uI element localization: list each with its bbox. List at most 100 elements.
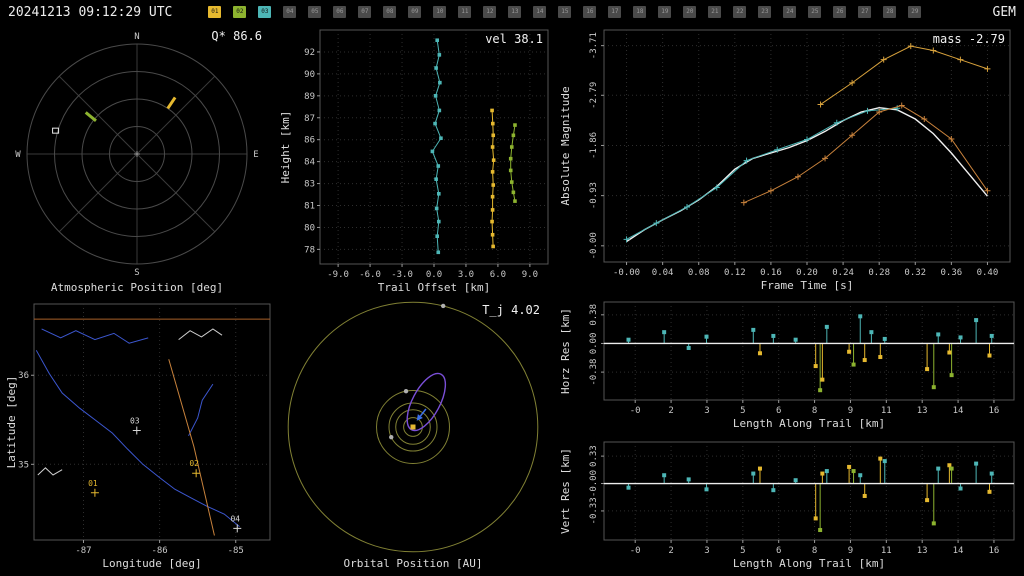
svg-text:2: 2 xyxy=(668,406,673,416)
svg-text:S: S xyxy=(134,268,139,278)
panel-magnitude: -0.00 0.04 0.08 0.12 0.16 0.20 0.24 0.28 0.32 0.3… xyxy=(558,24,1020,296)
ground-map-plot: -87 -86 -85 35 36 Longitude [deg] Latitude [de… xyxy=(5,303,271,570)
svg-text:0.12: 0.12 xyxy=(724,268,746,278)
frame-chip-20[interactable]: 20 xyxy=(683,6,697,18)
svg-text:13: 13 xyxy=(917,406,928,416)
frame-chip-06[interactable]: 06 xyxy=(333,6,347,18)
frame-chip-01[interactable]: 01 xyxy=(208,6,222,18)
svg-text:0.16: 0.16 xyxy=(760,268,782,278)
svg-text:-6.0: -6.0 xyxy=(359,270,381,280)
svg-text:-9.0: -9.0 xyxy=(327,270,349,280)
frame-chip-07[interactable]: 07 xyxy=(358,6,372,18)
frame-chip-03[interactable]: 03 xyxy=(258,6,272,18)
frame-strip: 01 02 03 04 05 06 07 08 09 10 11 12 13 14 15 16 17 18 19 20… xyxy=(208,6,992,18)
frame-chip-28[interactable]: 28 xyxy=(883,6,897,18)
meteor-analysis-window: 20241213 09:12:29 UTC 01 02 03 04 05 06 07 08 09… xyxy=(0,0,1024,576)
svg-text:-3.71: -3.71 xyxy=(589,32,599,59)
svg-text:-0: -0 xyxy=(630,546,641,556)
frame-chip-23[interactable]: 23 xyxy=(758,6,772,18)
svg-text:04: 04 xyxy=(230,514,240,523)
svg-text:0.08: 0.08 xyxy=(688,268,710,278)
panel-horizontal-residuals: -0 2 3 5 6 8 9 11 13 14 16 0.38 0.00 -0.38 Length Alon… xyxy=(558,296,1022,436)
trail-offset-plot: -9.0 -6.0 -3.0 0.0 3.0 6.0 9.0 78 80 81 83 84 86 87 89… xyxy=(279,29,549,294)
svg-text:T_j 4.02: T_j 4.02 xyxy=(482,303,540,317)
svg-text:-87: -87 xyxy=(75,546,91,556)
frame-chip-09[interactable]: 09 xyxy=(408,6,422,18)
svg-text:-0.38: -0.38 xyxy=(589,359,599,386)
svg-text:6: 6 xyxy=(776,406,781,416)
svg-text:80: 80 xyxy=(304,223,315,233)
frame-chip-26[interactable]: 26 xyxy=(833,6,847,18)
horizontal-residuals-plot: -0 2 3 5 6 8 9 11 13 14 16 0.38 0.00 -0.38 Length Alon… xyxy=(559,301,1015,430)
svg-text:0.00: 0.00 xyxy=(589,333,599,355)
svg-text:02: 02 xyxy=(189,459,199,468)
frame-chip-29[interactable]: 29 xyxy=(908,6,922,18)
svg-text:Latitude [deg]: Latitude [deg] xyxy=(5,376,18,469)
svg-text:84: 84 xyxy=(304,158,315,168)
panel-map: -87 -86 -85 35 36 Longitude [deg] Latitude [de… xyxy=(4,300,276,572)
svg-text:83: 83 xyxy=(304,180,315,190)
atmospheric-position-plot: N E S W Q* 86.6 xyxy=(15,29,262,278)
atmospheric-position-caption: Atmospheric Position [deg] xyxy=(50,281,224,294)
svg-text:-0.00: -0.00 xyxy=(613,268,640,278)
svg-text:81: 81 xyxy=(304,202,315,212)
svg-text:-0.33: -0.33 xyxy=(589,497,599,524)
frame-chip-25[interactable]: 25 xyxy=(808,6,822,18)
svg-text:E: E xyxy=(253,150,258,160)
panel-trail-offset: -9.0 -6.0 -3.0 0.0 3.0 6.0 9.0 78 80 81 83 84 86 87 89… xyxy=(278,24,558,300)
svg-text:87: 87 xyxy=(304,114,315,124)
frame-chip-27[interactable]: 27 xyxy=(858,6,872,18)
svg-text:0.28: 0.28 xyxy=(868,268,890,278)
svg-text:-85: -85 xyxy=(228,546,244,556)
frame-chip-02[interactable]: 02 xyxy=(233,6,247,18)
svg-text:5: 5 xyxy=(740,546,745,556)
svg-text:0.33: 0.33 xyxy=(589,445,599,467)
frame-chip-14[interactable]: 14 xyxy=(533,6,547,18)
frame-chip-12[interactable]: 12 xyxy=(483,6,497,18)
svg-text:Horz Res [km]: Horz Res [km] xyxy=(559,308,572,394)
svg-text:6.0: 6.0 xyxy=(490,270,506,280)
svg-text:0.0: 0.0 xyxy=(426,270,442,280)
svg-text:0.20: 0.20 xyxy=(796,268,818,278)
frame-chip-05[interactable]: 05 xyxy=(308,6,322,18)
orbital-position-plot: T_j 4.02 xyxy=(287,301,540,553)
utc-timestamp: 20241213 09:12:29 UTC xyxy=(8,4,173,20)
frame-chip-10[interactable]: 10 xyxy=(433,6,447,18)
frame-chip-18[interactable]: 18 xyxy=(633,6,647,18)
svg-text:mass -2.79: mass -2.79 xyxy=(933,32,1005,46)
svg-text:Q* 86.6: Q* 86.6 xyxy=(211,29,262,43)
frame-chip-19[interactable]: 19 xyxy=(658,6,672,18)
orbital-position-caption: Orbital Position [AU] xyxy=(343,557,483,570)
svg-text:-0.00: -0.00 xyxy=(589,470,599,497)
frame-chip-15[interactable]: 15 xyxy=(558,6,572,18)
svg-text:11: 11 xyxy=(881,406,892,416)
svg-text:W: W xyxy=(15,150,21,160)
svg-text:8: 8 xyxy=(812,546,817,556)
svg-text:-3.0: -3.0 xyxy=(391,270,413,280)
svg-text:Length Along Trail [km]: Length Along Trail [km] xyxy=(733,417,885,430)
svg-text:-86: -86 xyxy=(151,546,167,556)
frame-chip-22[interactable]: 22 xyxy=(733,6,747,18)
svg-text:78: 78 xyxy=(304,245,315,255)
frame-chip-08[interactable]: 08 xyxy=(383,6,397,18)
svg-text:-2.79: -2.79 xyxy=(589,82,599,109)
frame-chip-21[interactable]: 21 xyxy=(708,6,722,18)
svg-text:0.32: 0.32 xyxy=(904,268,926,278)
svg-text:5: 5 xyxy=(740,406,745,416)
svg-text:0.38: 0.38 xyxy=(589,304,599,326)
svg-text:0.40: 0.40 xyxy=(977,268,999,278)
svg-text:9: 9 xyxy=(848,406,853,416)
frame-chip-17[interactable]: 17 xyxy=(608,6,622,18)
svg-text:14: 14 xyxy=(953,546,964,556)
frame-chip-16[interactable]: 16 xyxy=(583,6,597,18)
frame-chip-11[interactable]: 11 xyxy=(458,6,472,18)
panel-vertical-residuals: -0 2 3 5 6 8 9 11 13 14 16 0.33 -0.00 -0.33 Length Alo… xyxy=(558,436,1022,576)
svg-text:Absolute Magnitude: Absolute Magnitude xyxy=(559,86,572,205)
svg-text:8: 8 xyxy=(812,406,817,416)
shower-code: GEM xyxy=(992,4,1016,20)
frame-chip-13[interactable]: 13 xyxy=(508,6,522,18)
frame-chip-24[interactable]: 24 xyxy=(783,6,797,18)
svg-text:92: 92 xyxy=(304,48,315,58)
frame-chip-04[interactable]: 04 xyxy=(283,6,297,18)
svg-text:vel 38.1: vel 38.1 xyxy=(485,32,543,46)
